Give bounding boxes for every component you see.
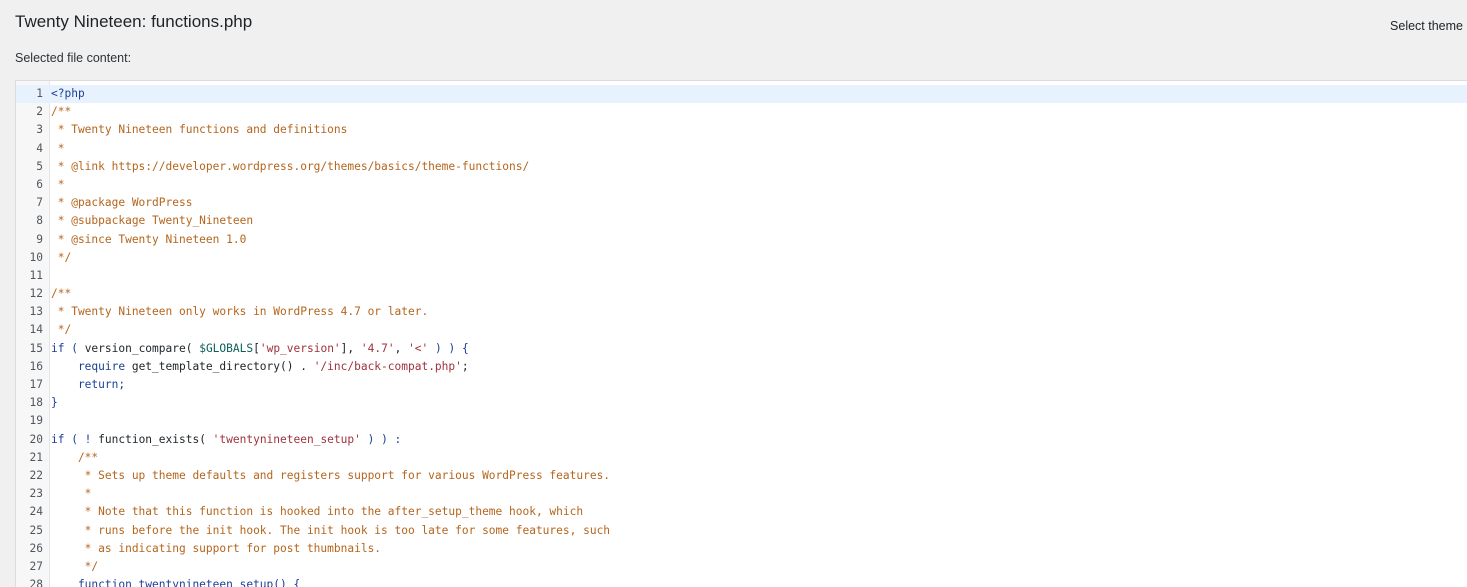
line-number: 26 xyxy=(29,541,43,555)
line-number: 10 xyxy=(29,250,43,264)
line-number: 2 xyxy=(36,105,43,119)
line-code: * @package WordPress xyxy=(51,196,193,210)
line-number: 28 xyxy=(29,578,43,587)
code-line[interactable]: 17 return; xyxy=(16,376,1467,394)
code-line[interactable]: 1 <?php xyxy=(16,85,1467,104)
line-number: 25 xyxy=(29,523,43,537)
code-line[interactable]: 7 * @package WordPress xyxy=(16,194,1467,212)
code-line[interactable]: 12 /** xyxy=(16,285,1467,303)
line-code: * runs before the init hook. The init ho… xyxy=(51,523,611,537)
line-code: * Twenty Nineteen only works in WordPres… xyxy=(51,305,429,319)
line-code: return; xyxy=(51,378,126,391)
line-code: * Note that this function is hooked into… xyxy=(51,505,584,519)
code-line[interactable]: 23 * xyxy=(16,485,1467,503)
code-line[interactable]: 4 * xyxy=(16,140,1467,158)
line-code: } xyxy=(51,396,58,410)
code-line[interactable]: 20 if ( ! function_exists( 'twentyninetee… xyxy=(16,431,1467,449)
code-line[interactable]: 3 * Twenty Nineteen functions and defini… xyxy=(16,121,1467,139)
line-number: 4 xyxy=(36,141,43,155)
line-number: 23 xyxy=(29,487,43,501)
line-code: /** xyxy=(51,450,99,464)
line-code: * as indicating support for post thumbna… xyxy=(51,541,382,555)
line-code: * xyxy=(51,177,65,191)
code-line[interactable]: 18} xyxy=(16,394,1467,412)
line-code: * Sets up theme defaults and registers s… xyxy=(51,468,611,482)
line-code: <?php xyxy=(51,87,85,100)
line-code: */ xyxy=(51,559,99,573)
line-code: */ xyxy=(51,323,72,337)
code-line[interactable]: 19 xyxy=(16,412,1467,430)
line-code: /** xyxy=(51,287,72,301)
line-code: * xyxy=(51,141,65,155)
line-number: 27 xyxy=(29,559,43,573)
code-lines: 1 <?php 2 /** 3 * Twenty Nineteen functions … xyxy=(16,85,1467,587)
code-line[interactable]: 26 * as indicating support for post thum… xyxy=(16,540,1467,558)
line-code: * @link https://developer.wordpress.org/… xyxy=(51,159,530,173)
code-editor[interactable]: 1 <?php 2 /** 3 * Twenty Nineteen functions … xyxy=(15,80,1467,587)
selected-file-content-label: Selected file content: xyxy=(15,51,132,65)
line-number: 12 xyxy=(29,287,43,301)
line-number: 17 xyxy=(29,378,43,391)
code-line[interactable]: 8 * @subpackage Twenty_Nineteen xyxy=(16,212,1467,230)
line-number: 18 xyxy=(29,396,43,410)
code-line[interactable]: 5 * @link https://developer.wordpress.or… xyxy=(16,158,1467,176)
line-number: 8 xyxy=(36,214,43,228)
code-line[interactable]: 14 */ xyxy=(16,321,1467,339)
code-line[interactable]: 21 /** xyxy=(16,449,1467,467)
line-number: 1 xyxy=(16,85,43,104)
code-line[interactable]: 24 * Note that this function is hooked i… xyxy=(16,503,1467,521)
line-number: 22 xyxy=(29,468,43,482)
code-line[interactable]: 13 * Twenty Nineteen only works in WordP… xyxy=(16,303,1467,321)
code-line[interactable]: 28 function twentynineteen_setup() { xyxy=(16,576,1467,587)
line-number: 14 xyxy=(29,323,43,337)
line-number: 15 xyxy=(29,341,43,355)
line-number: 11 xyxy=(29,268,43,282)
line-number: 5 xyxy=(36,159,43,173)
line-number: 13 xyxy=(29,305,43,319)
line-number: 9 xyxy=(36,232,43,246)
code-line[interactable]: 22 * Sets up theme defaults and register… xyxy=(16,467,1467,485)
line-code: if ( ! function_exists( 'twentynineteen_… xyxy=(51,432,402,446)
code-line[interactable]: 27 */ xyxy=(16,558,1467,576)
line-code: * @subpackage Twenty_Nineteen xyxy=(51,214,254,228)
code-line[interactable]: 11 xyxy=(16,267,1467,285)
select-theme-label: Select theme xyxy=(1390,19,1463,33)
line-code: * Twenty Nineteen functions and definiti… xyxy=(51,123,348,137)
code-line[interactable]: 6 * xyxy=(16,176,1467,194)
code-line[interactable]: 16 require get_template_directory() . '/… xyxy=(16,358,1467,376)
line-number: 19 xyxy=(29,414,43,428)
code-line[interactable]: 10 */ xyxy=(16,249,1467,267)
line-number: 21 xyxy=(29,450,43,464)
line-number: 7 xyxy=(36,196,43,210)
line-code: */ xyxy=(51,250,72,264)
line-number: 24 xyxy=(29,505,43,519)
line-number: 6 xyxy=(36,177,43,191)
code-line[interactable]: 15 if ( version_compare( $GLOBALS['wp_ver… xyxy=(16,340,1467,358)
line-number: 16 xyxy=(29,359,43,373)
line-code: * @since Twenty Nineteen 1.0 xyxy=(51,232,247,246)
code-line[interactable]: 25 * runs before the init hook. The init… xyxy=(16,522,1467,540)
line-code: require get_template_directory() . '/inc… xyxy=(51,359,469,373)
line-code: /** xyxy=(51,105,72,119)
line-code: if ( version_compare( $GLOBALS['wp_versi… xyxy=(51,341,469,355)
line-code: function twentynineteen_setup() { xyxy=(51,578,301,587)
line-code: * xyxy=(51,487,92,501)
page-title: Twenty Nineteen: functions.php xyxy=(15,12,253,31)
code-line[interactable]: 9 * @since Twenty Nineteen 1.0 xyxy=(16,231,1467,249)
line-number: 20 xyxy=(29,432,43,446)
code-line[interactable]: 2 /** xyxy=(16,103,1467,121)
line-number: 3 xyxy=(36,123,43,137)
